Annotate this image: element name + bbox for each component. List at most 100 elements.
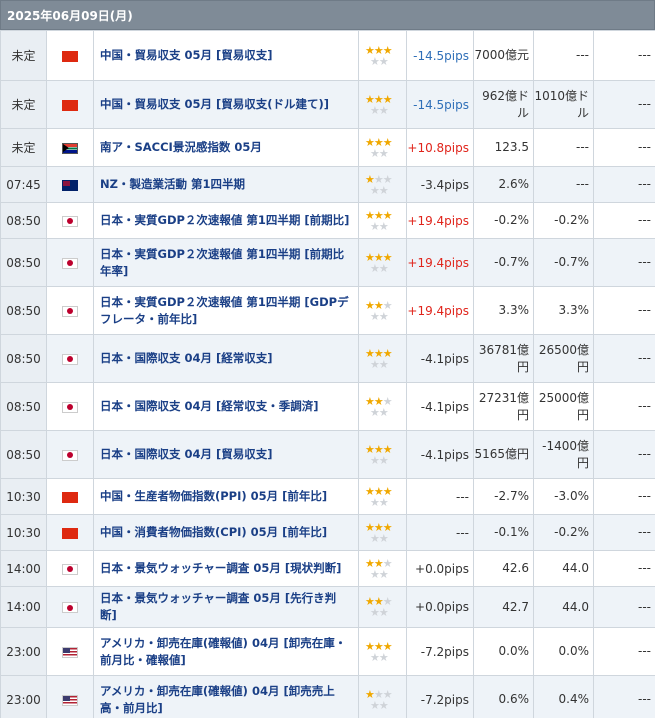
star-icon: ★	[378, 495, 389, 509]
previous-value: 7000億元	[473, 30, 534, 81]
table-row: 08:50 日本・国際収支 04月 [貿易収支] ★★★ ★★ -4.1pips 5165…	[0, 430, 655, 479]
result-value: ---	[593, 586, 655, 628]
event-title-link[interactable]: 日本・景気ウォッチャー調査 05月 [先行き判断]	[93, 586, 359, 628]
event-time: 08:50	[0, 334, 47, 383]
pips-value: +0.0pips	[406, 586, 474, 628]
forecast-value: ---	[533, 128, 594, 167]
table-row: 07:45 NZ・製造業活動 第1四半期 ★★★ ★★ -3.4pips 2.6% --- -…	[0, 166, 655, 203]
event-title-link[interactable]: アメリカ・卸売在庫(確報値) 04月 [卸売在庫・前月比・確報値]	[93, 627, 359, 676]
event-title-link[interactable]: NZ・製造業活動 第1四半期	[93, 166, 359, 203]
star-icon: ★	[378, 698, 389, 712]
flag-cn-icon	[62, 527, 78, 539]
event-title-link[interactable]: アメリカ・卸売在庫(確報値) 04月 [卸売売上高・前月比]	[93, 675, 359, 718]
flag-cn-icon	[62, 99, 78, 111]
event-title-link[interactable]: 日本・国際収支 04月 [経常収支]	[93, 334, 359, 383]
country-flag	[46, 166, 94, 203]
pips-value: -14.5pips	[406, 80, 474, 129]
country-flag	[46, 80, 94, 129]
star-icon: ★	[370, 405, 380, 419]
event-title-link[interactable]: 日本・国際収支 04月 [経常収支・季調済]	[93, 382, 359, 431]
forecast-value: -0.7%	[533, 238, 594, 287]
event-time: 23:00	[0, 627, 47, 676]
economic-calendar: 2025年06月09日(月) 未定 中国・貿易収支 05月 [貿易収支] ★★★ ★★…	[0, 0, 655, 718]
star-icon: ★	[370, 103, 380, 117]
star-icon: ★	[370, 219, 380, 233]
forecast-value: -0.2%	[533, 202, 594, 239]
star-icon: ★	[378, 650, 389, 664]
previous-value: 36781億円	[473, 334, 534, 383]
result-value: ---	[593, 30, 655, 81]
pips-value: +19.4pips	[406, 286, 474, 335]
country-flag	[46, 627, 94, 676]
event-time: 08:50	[0, 238, 47, 287]
flag-jp-icon	[62, 257, 78, 269]
star-icon: ★	[370, 309, 380, 323]
country-flag	[46, 238, 94, 287]
star-icon: ★	[378, 357, 389, 371]
result-value: ---	[593, 514, 655, 551]
flag-cn-icon	[62, 50, 78, 62]
star-icon: ★	[370, 261, 380, 275]
importance-stars: ★★★ ★★	[358, 202, 407, 239]
star-icon: ★	[378, 453, 389, 467]
event-title-link[interactable]: 南ア・SACCI景況感指数 05月	[93, 128, 359, 167]
result-value: ---	[593, 627, 655, 676]
flag-us-icon	[62, 646, 78, 658]
event-title-link[interactable]: 中国・生産者物価指数(PPI) 05月 [前年比]	[93, 478, 359, 515]
table-row: 08:50 日本・国際収支 04月 [経常収支] ★★★ ★★ -4.1pips 3678…	[0, 334, 655, 383]
forecast-value: -1400億円	[533, 430, 594, 479]
event-title-link[interactable]: 中国・貿易収支 05月 [貿易収支]	[93, 30, 359, 81]
previous-value: 123.5	[473, 128, 534, 167]
event-title-link[interactable]: 日本・実質GDP２次速報値 第1四半期 [GDPデフレータ・前年比]	[93, 286, 359, 335]
star-icon: ★	[370, 54, 380, 68]
forecast-value: -3.0%	[533, 478, 594, 515]
importance-stars: ★★★ ★★	[358, 430, 407, 479]
result-value: ---	[593, 430, 655, 479]
event-time: 14:00	[0, 550, 47, 587]
star-icon: ★	[370, 531, 380, 545]
forecast-value: -0.2%	[533, 514, 594, 551]
event-title-link[interactable]: 日本・国際収支 04月 [貿易収支]	[93, 430, 359, 479]
table-row: 23:00 アメリカ・卸売在庫(確報値) 04月 [卸売売上高・前月比] ★★★ ★★…	[0, 675, 655, 718]
result-value: ---	[593, 675, 655, 718]
event-time: 未定	[0, 30, 47, 81]
flag-jp-icon	[62, 602, 78, 613]
result-value: ---	[593, 478, 655, 515]
table-row: 14:00 日本・景気ウォッチャー調査 05月 [先行き判断] ★★★ ★★ +0.0p…	[0, 586, 655, 628]
event-title-link[interactable]: 中国・消費者物価指数(CPI) 05月 [前年比]	[93, 514, 359, 551]
result-value: ---	[593, 238, 655, 287]
flag-jp-icon	[62, 401, 78, 413]
forecast-value: 26500億円	[533, 334, 594, 383]
importance-stars: ★★★ ★★	[358, 382, 407, 431]
forecast-value: 0.4%	[533, 675, 594, 718]
event-title-link[interactable]: 日本・実質GDP２次速報値 第1四半期 [前期比年率]	[93, 238, 359, 287]
star-icon: ★	[378, 219, 389, 233]
star-icon: ★	[378, 567, 389, 581]
pips-value: -7.2pips	[406, 627, 474, 676]
event-title-link[interactable]: 日本・実質GDP２次速報値 第1四半期 [前期比]	[93, 202, 359, 239]
forecast-value: 0.0%	[533, 627, 594, 676]
result-value: ---	[593, 80, 655, 129]
importance-stars: ★★★ ★★	[358, 80, 407, 129]
country-flag	[46, 586, 94, 628]
star-icon: ★	[378, 261, 389, 275]
country-flag	[46, 30, 94, 81]
pips-value: -14.5pips	[406, 30, 474, 81]
importance-stars: ★★★ ★★	[358, 166, 407, 203]
star-icon: ★	[378, 405, 389, 419]
forecast-value: 44.0	[533, 550, 594, 587]
event-time: 08:50	[0, 286, 47, 335]
result-value: ---	[593, 128, 655, 167]
country-flag	[46, 382, 94, 431]
date-header: 2025年06月09日(月)	[0, 0, 655, 30]
event-time: 未定	[0, 80, 47, 129]
previous-value: 5165億円	[473, 430, 534, 479]
event-title-link[interactable]: 日本・景気ウォッチャー調査 05月 [現状判断]	[93, 550, 359, 587]
result-value: ---	[593, 382, 655, 431]
event-title-link[interactable]: 中国・貿易収支 05月 [貿易収支(ドル建て)]	[93, 80, 359, 129]
table-row: 14:00 日本・景気ウォッチャー調査 05月 [現状判断] ★★★ ★★ +0.0pi…	[0, 550, 655, 587]
flag-nz-icon	[62, 179, 78, 191]
table-row: 08:50 日本・実質GDP２次速報値 第1四半期 [GDPデフレータ・前年比] ★…	[0, 286, 655, 335]
forecast-value: 25000億円	[533, 382, 594, 431]
event-time: 07:45	[0, 166, 47, 203]
